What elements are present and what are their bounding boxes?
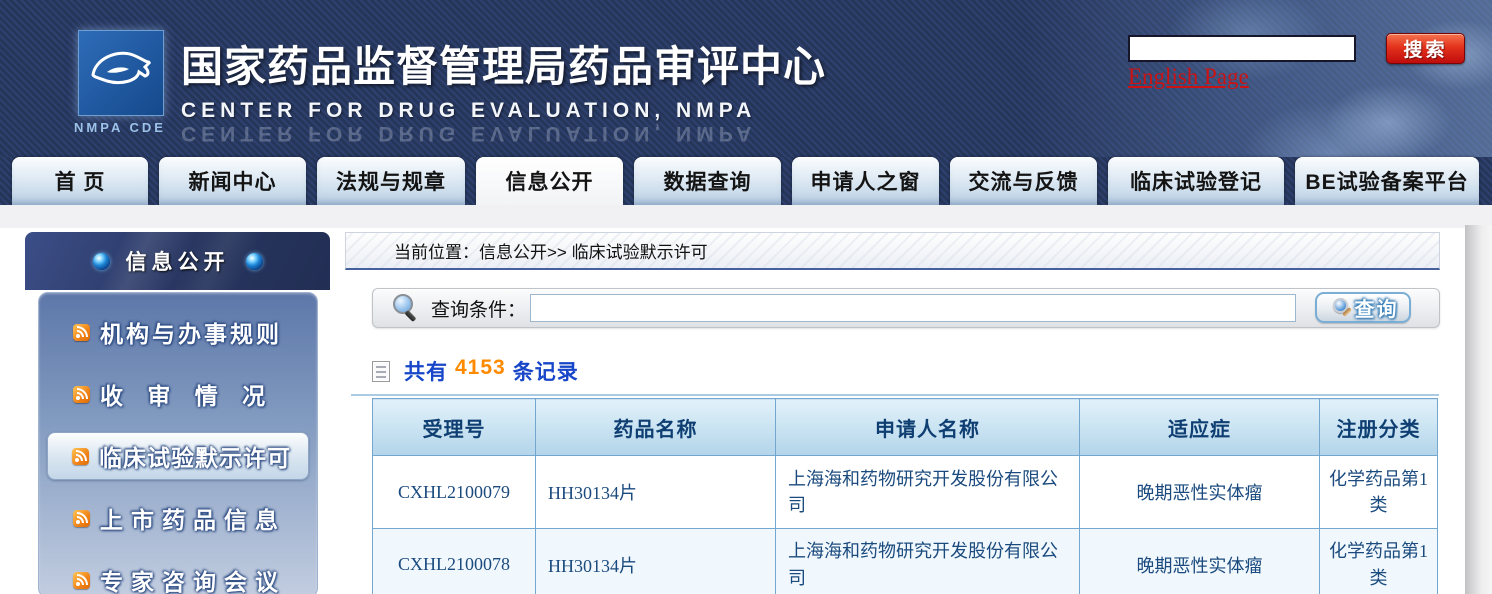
table-cell: 晚期恶性实体瘤 (1080, 529, 1320, 594)
header-background-image (1022, 0, 1492, 157)
page: NMPA CDE 国家药品监督管理局药品审评中心 CENTER FOR DRUG… (0, 0, 1492, 594)
site-title-en: CENTER FOR DRUG EVALUATION, NMPA (181, 99, 826, 123)
search-icon (391, 293, 421, 323)
search-icon (1328, 297, 1350, 319)
table-cell: 化学药品第1类 (1320, 529, 1438, 594)
record-count-suffix: 条记录 (513, 356, 579, 386)
rss-icon (73, 510, 90, 527)
site-title-block: 国家药品监督管理局药品审评中心 CENTER FOR DRUG EVALUATI… (181, 33, 826, 145)
query-button[interactable]: 查询 (1315, 292, 1411, 323)
table-header-cell: 适应症 (1080, 399, 1320, 456)
nav-tab[interactable]: 申请人之窗 (792, 157, 939, 205)
sidebar: 信息公开 机构与办事规则收 审 情 况临床试验默示许可上市药品信息专家咨询会议 (25, 232, 330, 594)
sidebar-item-label: 机构与办事规则 (100, 315, 282, 349)
rss-icon (73, 572, 90, 589)
table-body: CXHL2100079HH30134片上海海和药物研究开发股份有限公司晚期恶性实… (373, 456, 1438, 594)
query-bar: 查询条件： 查询 (372, 288, 1440, 328)
nav-tab[interactable]: 首 页 (12, 157, 148, 205)
breadcrumb: 当前位置：信息公开>> 临床试验默示许可 (345, 232, 1440, 270)
table-cell: 上海海和药物研究开发股份有限公司 (776, 529, 1080, 594)
query-label: 查询条件： (431, 295, 526, 322)
query-button-label: 查询 (1355, 293, 1399, 322)
content-area: 信息公开 机构与办事规则收 审 情 况临床试验默示许可上市药品信息专家咨询会议 … (0, 228, 1492, 594)
header-search-input[interactable] (1128, 35, 1356, 62)
table-header-row: 受理号药品名称申请人名称适应症注册分类 (373, 399, 1438, 456)
list-icon (372, 361, 390, 382)
query-input[interactable] (530, 294, 1296, 322)
sidebar-item-label: 上市药品信息 (100, 501, 286, 535)
nav-tab[interactable]: 新闻中心 (159, 157, 306, 205)
logo-caption: NMPA CDE (58, 120, 182, 135)
page-right-margin (1465, 225, 1492, 594)
orb-icon (246, 253, 263, 270)
sidebar-item[interactable]: 上市药品信息 (39, 487, 317, 549)
sidebar-title: 信息公开 (126, 246, 230, 276)
table-cell: CXHL2100079 (373, 456, 536, 529)
site-title-en-reflection: CENTER FOR DRUG EVALUATION, NMPA (181, 123, 826, 145)
table-header-cell: 药品名称 (536, 399, 776, 456)
tabbar-bottom-band (0, 205, 1492, 228)
record-count-prefix: 共有 (404, 356, 448, 386)
rss-icon (73, 324, 90, 341)
table-cell: HH30134片 (536, 529, 776, 594)
table-cell: HH30134片 (536, 456, 776, 529)
site-title-cn: 国家药品监督管理局药品审评中心 (181, 33, 826, 94)
record-count-value: 4153 (455, 356, 506, 386)
site-header: NMPA CDE 国家药品监督管理局药品审评中心 CENTER FOR DRUG… (0, 0, 1492, 157)
table-row: CXHL2100079HH30134片上海海和药物研究开发股份有限公司晚期恶性实… (373, 456, 1438, 529)
table-header-cell: 注册分类 (1320, 399, 1438, 456)
sidebar-item[interactable]: 临床试验默示许可 (47, 432, 309, 480)
main-panel: 当前位置：信息公开>> 临床试验默示许可 查询条件： 查询 共有 (345, 228, 1465, 594)
nav-tab[interactable]: 信息公开 (476, 157, 623, 205)
table-row: CXHL2100078HH30134片上海海和药物研究开发股份有限公司晚期恶性实… (373, 529, 1438, 594)
orb-icon (93, 253, 110, 270)
sidebar-menu: 机构与办事规则收 审 情 况临床试验默示许可上市药品信息专家咨询会议 (38, 292, 318, 594)
sidebar-item[interactable]: 专家咨询会议 (39, 549, 317, 594)
nav-tab[interactable]: 交流与反馈 (950, 157, 1097, 205)
record-count-text: 共有 4153 条记录 (404, 356, 579, 386)
nav-tab[interactable]: 临床试验登记 (1108, 157, 1284, 205)
sidebar-item-label: 临床试验默示许可 (99, 439, 291, 473)
rss-icon (72, 448, 89, 465)
divider-line (351, 394, 1439, 396)
sidebar-item[interactable]: 机构与办事规则 (39, 301, 317, 363)
record-count-row: 共有 4153 条记录 (372, 356, 1465, 386)
table-header-cell: 受理号 (373, 399, 536, 456)
table-header-cell: 申请人名称 (776, 399, 1080, 456)
nav-tabs: 首 页新闻中心法规与规章信息公开数据查询申请人之窗交流与反馈临床试验登记BE试验… (0, 157, 1492, 205)
sidebar-item[interactable]: 收 审 情 况 (39, 363, 317, 425)
nav-tab[interactable]: 法规与规章 (317, 157, 465, 205)
table-cell: 化学药品第1类 (1320, 456, 1438, 529)
table-cell: 上海海和药物研究开发股份有限公司 (776, 456, 1080, 529)
rss-icon (73, 386, 90, 403)
english-page-link[interactable]: English Page (1128, 64, 1249, 90)
sidebar-item-label: 专家咨询会议 (100, 563, 286, 594)
table-cell: 晚期恶性实体瘤 (1080, 456, 1320, 529)
sidebar-header: 信息公开 (25, 232, 330, 290)
nav-tab[interactable]: BE试验备案平台 (1295, 157, 1479, 205)
results-table: 受理号药品名称申请人名称适应症注册分类 CXHL2100079HH30134片上… (372, 398, 1438, 594)
nav-tab[interactable]: 数据查询 (634, 157, 781, 205)
sidebar-item-label: 收 审 情 况 (100, 377, 274, 411)
header-search-button[interactable]: 搜索 (1386, 33, 1465, 64)
site-logo[interactable] (78, 30, 164, 116)
table-cell: CXHL2100078 (373, 529, 536, 594)
